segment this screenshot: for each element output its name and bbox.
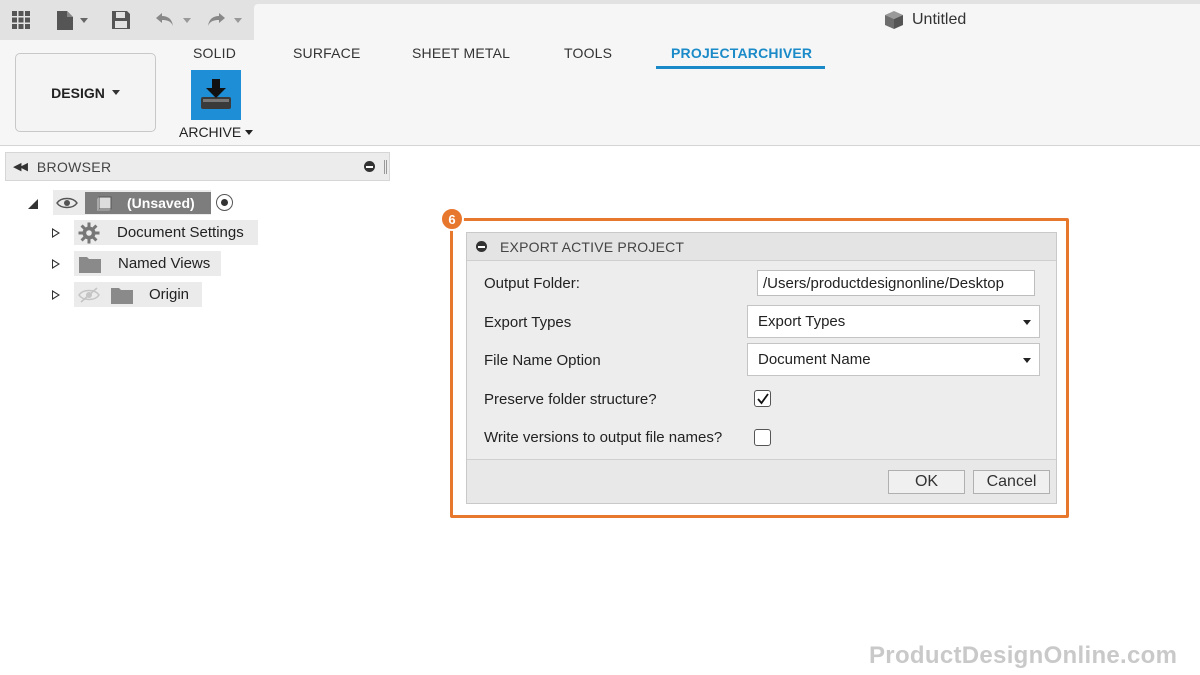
dialog-footer: OK Cancel bbox=[467, 459, 1056, 503]
chevron-down-icon bbox=[183, 17, 191, 23]
preserve-folder-structure-label: Preserve folder structure? bbox=[484, 391, 657, 408]
file-name-option-dropdown[interactable]: Document Name bbox=[747, 343, 1040, 376]
dialog-header[interactable]: EXPORT ACTIVE PROJECT bbox=[467, 233, 1056, 261]
application-bar: Untitled bbox=[0, 0, 1200, 40]
gear-icon bbox=[78, 222, 100, 243]
archive-button[interactable]: ARCHIVE bbox=[179, 124, 254, 140]
chevron-down-icon bbox=[245, 129, 254, 135]
folder-icon bbox=[79, 256, 101, 273]
archive-label: ARCHIVE bbox=[179, 124, 242, 140]
export-types-label: Export Types bbox=[484, 314, 572, 331]
browser-panel-header: ◀◀ BROWSER bbox=[5, 152, 390, 181]
eye-icon[interactable] bbox=[56, 196, 78, 210]
tab-surface[interactable]: SURFACE bbox=[293, 45, 361, 67]
export-types-value: Export Types bbox=[758, 313, 846, 330]
file-icon bbox=[57, 10, 73, 30]
named-views-node[interactable]: Named Views bbox=[74, 251, 221, 276]
dropdown-caret-icon bbox=[1023, 320, 1031, 325]
browser-root-row[interactable]: (Unsaved) bbox=[27, 190, 233, 215]
expanded-triangle-icon[interactable] bbox=[27, 198, 39, 210]
folder-icon bbox=[111, 287, 133, 304]
watermark: ProductDesignOnline.com bbox=[869, 642, 1178, 669]
browser-item-document-settings[interactable]: Document Settings bbox=[52, 220, 258, 245]
tab-sheet-metal[interactable]: SHEET METAL bbox=[412, 45, 510, 67]
root-label: (Unsaved) bbox=[127, 194, 195, 211]
origin-node[interactable]: Origin bbox=[74, 282, 202, 307]
tab-projectarchiver[interactable]: PROJECTARCHIVER bbox=[671, 45, 812, 67]
export-active-project-dialog: EXPORT ACTIVE PROJECT Output Folder: Exp… bbox=[466, 232, 1057, 504]
chevron-down-icon bbox=[111, 90, 120, 95]
undo-button[interactable] bbox=[152, 9, 194, 31]
browser-title: BROWSER bbox=[36, 158, 112, 175]
activate-radio[interactable] bbox=[216, 194, 233, 211]
document-title-area: Untitled bbox=[884, 10, 966, 30]
workspace-switcher-button[interactable]: DESIGN bbox=[15, 53, 156, 132]
tab-tools[interactable]: TOOLS bbox=[564, 45, 612, 67]
write-versions-label: Write versions to output file names? bbox=[484, 429, 723, 446]
workspace-label: DESIGN bbox=[51, 84, 105, 101]
expand-triangle-icon[interactable] bbox=[52, 258, 60, 269]
collapse-panel-icon[interactable]: ◀◀ bbox=[13, 160, 28, 173]
resize-handle[interactable] bbox=[384, 160, 387, 174]
browser-item-label: Origin bbox=[149, 286, 190, 303]
eye-hidden-icon[interactable] bbox=[78, 286, 100, 303]
ribbon: DESIGN SOLID SURFACE SHEET METAL TOOLS P… bbox=[0, 40, 1200, 146]
save-icon[interactable] bbox=[110, 9, 132, 31]
expand-triangle-icon[interactable] bbox=[52, 227, 60, 238]
undo-icon bbox=[156, 13, 173, 26]
document-tab[interactable] bbox=[254, 4, 1200, 40]
document-settings-node[interactable]: Document Settings bbox=[74, 220, 258, 245]
write-versions-checkbox[interactable] bbox=[754, 429, 771, 446]
output-folder-field[interactable] bbox=[757, 270, 1035, 296]
browser-item-origin[interactable]: Origin bbox=[52, 282, 202, 307]
active-tab-indicator bbox=[656, 66, 825, 69]
dialog-title: EXPORT ACTIVE PROJECT bbox=[500, 238, 685, 255]
cancel-button[interactable]: Cancel bbox=[973, 470, 1050, 494]
browser-root-item[interactable]: (Unsaved) bbox=[53, 190, 211, 215]
chevron-down-icon bbox=[234, 17, 242, 23]
cube-icon bbox=[885, 11, 903, 29]
file-name-option-label: File Name Option bbox=[484, 352, 601, 369]
archive-icon[interactable] bbox=[191, 70, 241, 120]
component-icon bbox=[97, 196, 112, 211]
preserve-folder-structure-checkbox[interactable] bbox=[754, 390, 771, 407]
minimize-icon[interactable] bbox=[364, 161, 375, 172]
step-number-badge: 6 bbox=[440, 207, 464, 231]
chevron-down-icon bbox=[80, 17, 88, 23]
redo-button[interactable] bbox=[202, 9, 246, 31]
browser-item-label: Document Settings bbox=[117, 224, 244, 241]
redo-icon bbox=[208, 13, 225, 26]
document-title: Untitled bbox=[912, 11, 967, 28]
checkmark-icon bbox=[756, 392, 769, 404]
grid-icon[interactable] bbox=[8, 9, 34, 31]
tab-solid[interactable]: SOLID bbox=[193, 45, 236, 67]
ok-button[interactable]: OK bbox=[888, 470, 965, 494]
browser-item-named-views[interactable]: Named Views bbox=[52, 251, 221, 276]
dropdown-caret-icon bbox=[1023, 358, 1031, 363]
minimize-icon[interactable] bbox=[476, 241, 487, 252]
file-name-option-value: Document Name bbox=[758, 351, 871, 368]
file-menu-button[interactable] bbox=[52, 9, 92, 31]
expand-triangle-icon[interactable] bbox=[52, 289, 60, 300]
unsaved-component-chip[interactable]: (Unsaved) bbox=[85, 191, 211, 214]
export-types-dropdown[interactable]: Export Types bbox=[747, 305, 1040, 338]
output-folder-label: Output Folder: bbox=[484, 275, 580, 292]
browser-item-label: Named Views bbox=[118, 255, 211, 272]
